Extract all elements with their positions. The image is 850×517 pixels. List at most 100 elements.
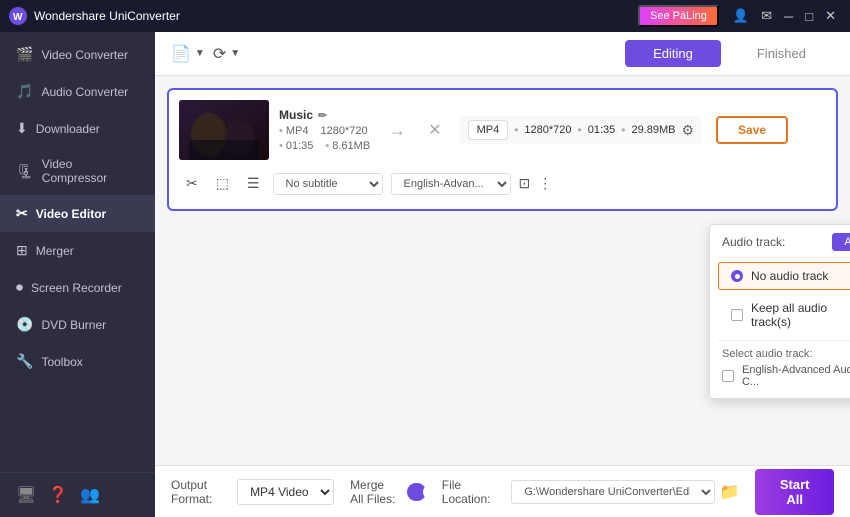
video-compressor-icon: 🗜 <box>16 163 34 180</box>
file-name-row: Music ✏ <box>279 108 370 122</box>
audio-converter-icon: 🎵 <box>16 83 33 100</box>
settings-gear-icon[interactable]: ⚙ <box>681 122 694 139</box>
sidebar-item-toolbox[interactable]: 🔧 Toolbox <box>0 343 155 380</box>
sidebar-item-downloader[interactable]: ⬇ Downloader <box>0 110 155 147</box>
add-audio-button[interactable]: Add <box>832 233 850 251</box>
no-audio-option[interactable]: No audio track <box>718 262 850 290</box>
thumb-svg <box>179 100 269 160</box>
output-format-badge[interactable]: MP4 <box>468 120 509 140</box>
mail-icon[interactable]: ✉ <box>755 6 778 26</box>
file-location-select[interactable]: G:\Wondershare UniConverter\Edited <box>511 480 715 504</box>
sidebar: 🎬 Video Converter 🎵 Audio Converter ⬇ Do… <box>0 32 155 517</box>
edit-name-icon[interactable]: ✏ <box>318 109 327 122</box>
sidebar-label-video-converter: Video Converter <box>41 48 128 62</box>
output-size: 29.89MB <box>631 124 675 136</box>
audio-track-item[interactable]: English-Advanced Audio C... <box>722 360 850 388</box>
file-name-text: Music <box>279 108 313 122</box>
app-body: 🎬 Video Converter 🎵 Audio Converter ⬇ Do… <box>0 32 850 517</box>
output-format-label: Output Format: <box>171 478 221 506</box>
app-logo-icon: W <box>8 6 28 26</box>
file-resolution: 1280*720 <box>320 125 367 137</box>
sidebar-label-toolbox: Toolbox <box>41 355 82 369</box>
file-meta-row2: • 01:35 • 8.61MB <box>279 140 370 152</box>
output-bullet-1: • <box>514 123 518 137</box>
file-card-top: Music ✏ • MP4 1280*720 <box>179 100 826 160</box>
chevron-down-icon: ▼ <box>195 48 205 59</box>
merge-toggle[interactable] <box>407 483 426 501</box>
toggle-knob <box>423 485 437 499</box>
close-icon[interactable]: ✕ <box>819 6 842 26</box>
add-media-button[interactable]: ⟳ ▼ <box>213 44 240 64</box>
maximize-icon[interactable]: □ <box>799 7 819 26</box>
sidebar-item-video-converter[interactable]: 🎬 Video Converter <box>0 36 155 73</box>
add-file-button[interactable]: 📄 ▼ <box>171 44 205 64</box>
svg-text:W: W <box>13 12 23 23</box>
audio-track-name: English-Advanced Audio C... <box>742 364 850 388</box>
help-circle-icon[interactable]: ❓ <box>48 485 68 505</box>
sidebar-item-video-editor[interactable]: ✂ Video Editor <box>0 195 155 232</box>
file-card: Music ✏ • MP4 1280*720 <box>167 88 838 211</box>
sidebar-item-audio-converter[interactable]: 🎵 Audio Converter <box>0 73 155 110</box>
keep-audio-label: Keep all audio track(s) <box>751 301 850 329</box>
title-bar: W Wondershare UniConverter See PàLing 👤 … <box>0 0 850 32</box>
trim-icon[interactable]: ✂ <box>181 172 203 195</box>
folder-icon[interactable]: 📁 <box>719 482 739 502</box>
minimize-icon[interactable]: ─ <box>778 7 799 26</box>
audio-track-label: Audio track: <box>722 235 785 249</box>
keep-all-audio-option[interactable]: Keep all audio track(s) ? <box>718 294 850 336</box>
sidebar-item-dvd-burner[interactable]: 💿 DVD Burner <box>0 306 155 343</box>
keep-audio-checkbox <box>731 309 743 321</box>
sidebar-item-video-compressor[interactable]: 🗜 Video Compressor <box>0 147 155 195</box>
file-location: File Location: G:\Wondershare UniConvert… <box>442 478 740 506</box>
sidebar-label-video-compressor: Video Compressor <box>42 157 139 185</box>
more-options-icon[interactable]: ⋮ <box>538 175 552 192</box>
no-audio-label: No audio track <box>751 269 828 283</box>
file-size: • 8.61MB <box>325 140 370 152</box>
subtitle-select[interactable]: No subtitle <box>273 173 383 195</box>
video-editor-icon: ✂ <box>16 205 28 222</box>
monitor-icon[interactable]: 🖥 <box>16 485 36 505</box>
content-area: 📄 ▼ ⟳ ▼ Editing Finished <box>155 32 850 517</box>
file-area: Music ✏ • MP4 1280*720 <box>155 76 850 465</box>
sidebar-label-screen-recorder: Screen Recorder <box>31 281 122 295</box>
file-thumbnail <box>179 100 269 160</box>
sidebar-bottom: 🖥 ❓ 👥 <box>0 472 155 517</box>
tab-editing[interactable]: Editing <box>625 40 721 67</box>
sidebar-item-merger[interactable]: ⊞ Merger <box>0 232 155 269</box>
file-info: Music ✏ • MP4 1280*720 <box>279 108 370 152</box>
sidebar-label-downloader: Downloader <box>36 122 100 136</box>
output-bullet-3: • <box>621 123 625 137</box>
sidebar-label-dvd-burner: DVD Burner <box>41 318 106 332</box>
profile-icon[interactable]: 👥 <box>80 485 100 505</box>
output-format-select[interactable]: MP4 Video <box>237 479 334 505</box>
video-converter-icon: 🎬 <box>16 46 33 63</box>
audio-track-dropdown: Audio track: Add No audio track Keep all… <box>709 224 850 399</box>
thumb-image <box>179 100 269 160</box>
dropdown-header: Audio track: Add <box>710 225 850 257</box>
app-title: Wondershare UniConverter <box>34 9 638 23</box>
sidebar-item-screen-recorder[interactable]: ⏺ Screen Recorder <box>0 269 155 306</box>
output-duration: 01:35 <box>588 124 616 136</box>
file-icon: 📄 <box>171 44 191 64</box>
select-audio-section: Select audio track: ↗ English-Advanced A… <box>710 341 850 390</box>
save-button[interactable]: Save <box>716 116 788 144</box>
bottom-bar: Output Format: MP4 Video Merge All Files… <box>155 465 850 517</box>
file-location-label: File Location: <box>442 478 507 506</box>
effects-icon[interactable]: ☰ <box>242 172 265 195</box>
start-all-button[interactable]: Start All <box>755 469 834 515</box>
crop-icon[interactable]: ⬚ <box>211 172 234 195</box>
tab-finished[interactable]: Finished <box>729 40 834 67</box>
output-resolution: 1280*720 <box>524 124 571 136</box>
merge-label: Merge All Files: <box>350 478 399 506</box>
merge-all-files: Merge All Files: <box>350 478 426 506</box>
caption-icon[interactable]: ⊡ <box>519 175 531 192</box>
user-icon[interactable]: 👤 <box>727 6 755 26</box>
dvd-burner-icon: 💿 <box>16 316 33 333</box>
audio-track-checkbox <box>722 370 734 382</box>
promo-button[interactable]: See PàLing <box>638 5 719 27</box>
delete-file-icon[interactable]: ✕ <box>424 120 445 140</box>
audio-track-select[interactable]: English-Advan... <box>391 173 511 195</box>
merger-icon: ⊞ <box>16 242 28 259</box>
tab-bar: 📄 ▼ ⟳ ▼ Editing Finished <box>155 32 850 76</box>
select-audio-label: Select audio track: ↗ <box>722 347 850 360</box>
